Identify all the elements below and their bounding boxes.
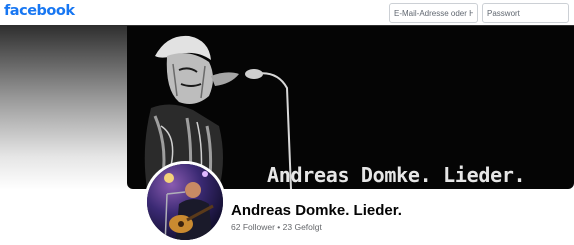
facebook-logo[interactable]: facebook [4, 3, 75, 19]
password-input[interactable] [482, 3, 569, 23]
email-input[interactable] [389, 3, 478, 23]
top-bar: facebook [0, 0, 574, 25]
page-name: Andreas Domke. Lieder. [231, 202, 402, 219]
avatar-photo [147, 164, 223, 240]
cover-title-text: Andreas Domke. Lieder. [267, 163, 526, 187]
follower-stats[interactable]: 62 Follower • 23 Gefolgt [231, 222, 322, 232]
profile-avatar[interactable] [144, 161, 226, 243]
